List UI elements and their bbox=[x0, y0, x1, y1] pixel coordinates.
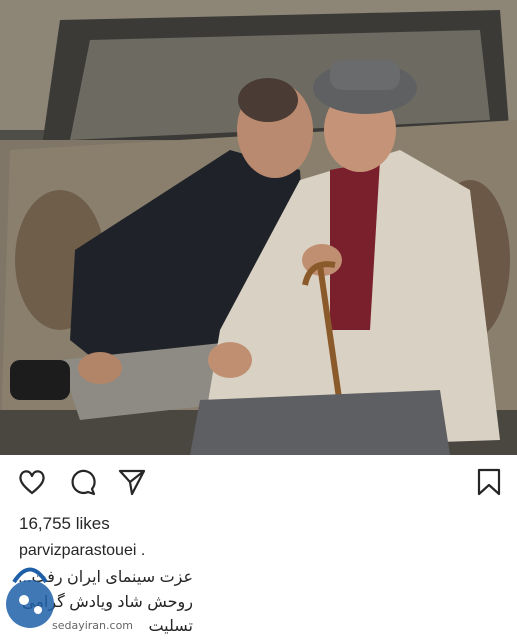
like-button[interactable] bbox=[17, 467, 47, 497]
share-button[interactable] bbox=[117, 467, 147, 497]
likes-count[interactable]: 16,755 likes bbox=[19, 514, 110, 534]
post-action-bar bbox=[0, 455, 517, 509]
caption-line-3: تسلیت bbox=[148, 618, 193, 635]
post-photo[interactable] bbox=[0, 0, 517, 455]
watermark-site-text: sedayiran.com bbox=[52, 619, 134, 632]
bookmark-icon bbox=[477, 468, 501, 496]
comment-button[interactable] bbox=[67, 467, 97, 497]
paper-plane-icon bbox=[118, 469, 146, 496]
heart-icon bbox=[19, 470, 45, 495]
comment-icon bbox=[71, 469, 96, 496]
save-button[interactable] bbox=[474, 467, 504, 497]
post-photo-image bbox=[0, 0, 517, 455]
